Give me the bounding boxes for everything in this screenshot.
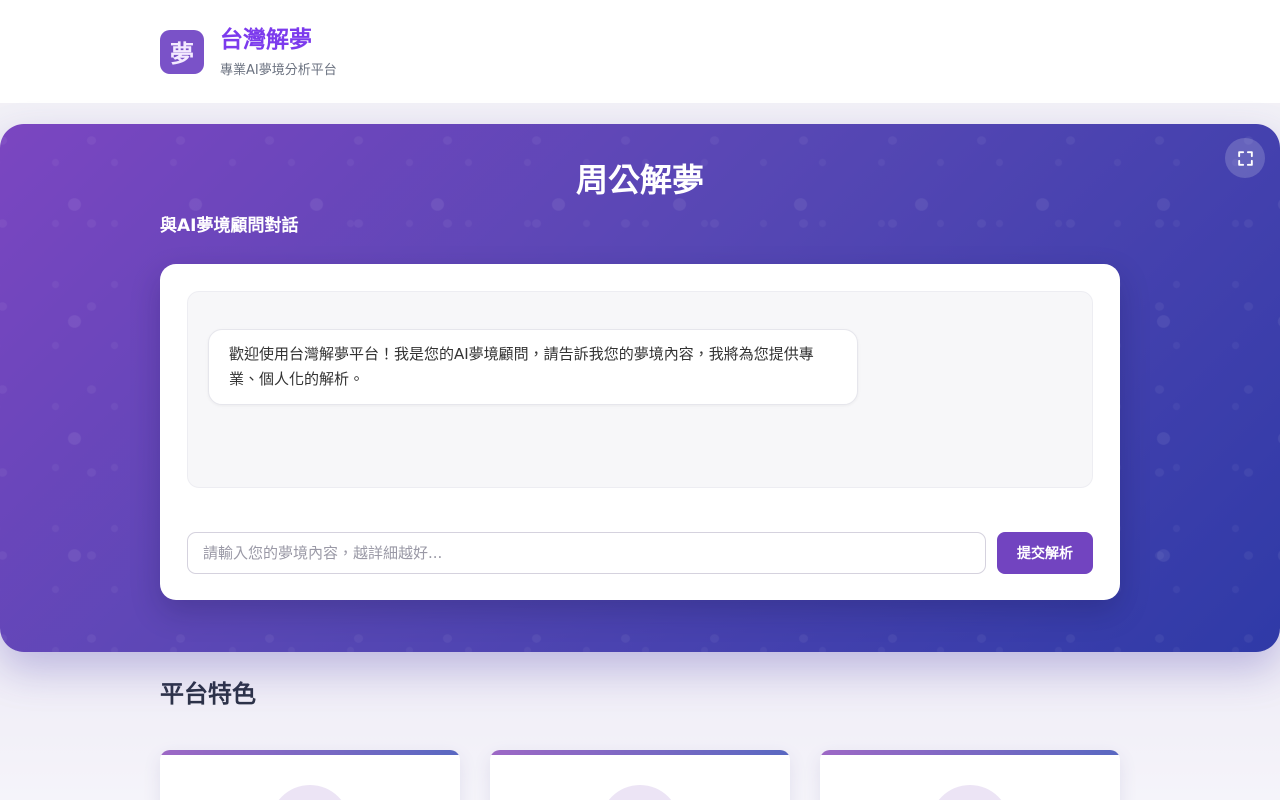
fullscreen-button[interactable] — [1225, 138, 1265, 178]
logo-dream-glyph: 夢 — [170, 34, 194, 69]
card-accent-bar — [820, 750, 1120, 755]
dream-content-input[interactable] — [187, 532, 986, 574]
hero-subtitle: 與AI夢境顧問對話 — [160, 214, 1120, 238]
app-logo: 夢 — [160, 30, 204, 74]
submit-analysis-button[interactable]: 提交解析 — [997, 532, 1093, 574]
card-accent-bar — [160, 750, 460, 755]
app-title: 台灣解夢 — [220, 25, 337, 55]
app-header: 夢 台灣解夢 專業AI夢境分析平台 — [0, 0, 1280, 103]
chat-message-window[interactable]: 歡迎使用台灣解夢平台！我是您的AI夢境顧問，請告訴我您的夢境內容，我將為您提供專… — [187, 291, 1093, 488]
app-subtitle: 專業AI夢境分析平台 — [220, 59, 337, 78]
brand-text: 台灣解夢 專業AI夢境分析平台 — [220, 25, 337, 78]
hero-title: 周公解夢 — [0, 124, 1280, 202]
assistant-welcome-bubble: 歡迎使用台灣解夢平台！我是您的AI夢境顧問，請告訴我您的夢境內容，我將為您提供專… — [208, 329, 858, 405]
feature-card — [490, 750, 790, 800]
chat-input-row: 提交解析 — [187, 532, 1093, 574]
features-section: 平台特色 — [160, 678, 1120, 800]
card-accent-bar — [490, 750, 790, 755]
circle-icon-placeholder — [930, 785, 1010, 800]
circle-icon-placeholder — [600, 785, 680, 800]
fullscreen-expand-icon — [1236, 149, 1255, 168]
features-heading: 平台特色 — [160, 678, 1120, 711]
chat-card: 歡迎使用台灣解夢平台！我是您的AI夢境顧問，請告訴我您的夢境內容，我將為您提供專… — [160, 264, 1120, 600]
feature-cards-row — [160, 750, 1120, 800]
hero-section: 周公解夢 與AI夢境顧問對話 歡迎使用台灣解夢平台！我是您的AI夢境顧問，請告訴… — [0, 124, 1280, 652]
feature-card — [820, 750, 1120, 800]
feature-card — [160, 750, 460, 800]
circle-icon-placeholder — [270, 785, 350, 800]
